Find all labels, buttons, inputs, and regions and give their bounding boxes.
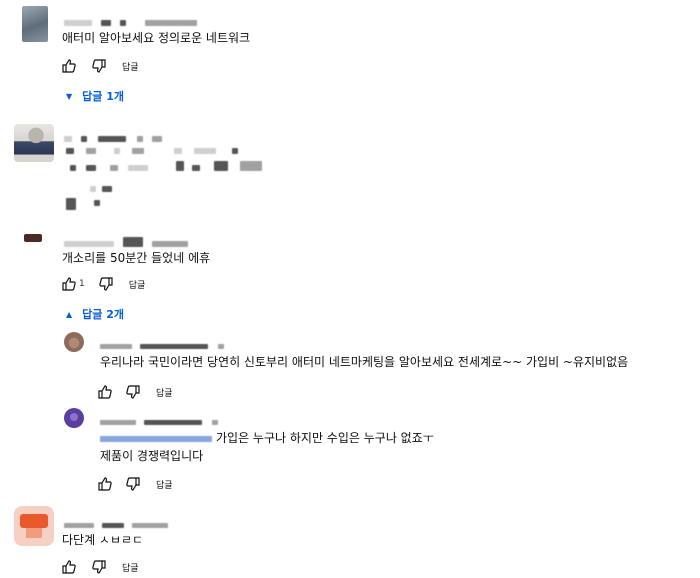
reply-text: 우리나라 국민이라면 당연히 신토부리 애터미 네트마케팅을 알아보세요 전세계… [100, 355, 629, 369]
comment-text-blurred [64, 148, 274, 218]
comment-4: 다단계 ㅅㅂㄹㄷ 답글 [0, 500, 700, 578]
comment-1: 애터미 알아보세요 정의로운 네트워크 답글 ▼ 답글 1개 [0, 0, 700, 110]
comment-text: 다단계 ㅅㅂㄹㄷ [62, 533, 144, 547]
avatar[interactable] [14, 124, 54, 162]
author-name-blurred[interactable] [100, 334, 225, 353]
author-name-blurred[interactable] [64, 513, 169, 532]
avatar[interactable] [24, 234, 42, 242]
comment-actions: 답글 [60, 559, 139, 575]
author-name-blurred[interactable] [100, 410, 219, 429]
comment-2 [0, 118, 700, 218]
thumbs-up-icon[interactable] [96, 384, 114, 400]
hide-replies-button[interactable]: ▲ 답글 2개 [66, 306, 124, 322]
comment-text: 개소리를 50분간 들었네 에휴 [62, 251, 211, 265]
comment-3: 개소리를 50분간 들었네 에휴 1 답글 ▲ 답글 2개 우리나라 국민이라면… [0, 224, 700, 494]
reply-button[interactable]: 답글 [156, 478, 173, 491]
comment-text: 애터미 알아보세요 정의로운 네트워크 [62, 31, 251, 45]
replies-toggle-label: 답글 2개 [82, 308, 124, 321]
thumbs-down-icon[interactable] [90, 58, 108, 74]
reply-2: 가입은 누구나 하지만 수입은 누구나 없죠ㅜ 제품이 경쟁력입니다 답글 [60, 404, 700, 494]
avatar[interactable] [64, 408, 84, 428]
thumbs-down-icon[interactable] [124, 476, 142, 492]
reply-text: 가입은 누구나 하지만 수입은 누구나 없죠ㅜ [100, 430, 434, 446]
reply-button[interactable]: 답글 [122, 60, 139, 73]
thumbs-up-icon[interactable] [60, 58, 78, 74]
mention-link-blurred[interactable] [100, 435, 212, 442]
replies-toggle-label: 답글 1개 [82, 90, 124, 103]
thumbs-down-icon[interactable] [97, 276, 115, 292]
thumbs-up-icon[interactable] [96, 476, 114, 492]
reply-text-line1: 가입은 누구나 하지만 수입은 누구나 없죠ㅜ [216, 431, 434, 445]
thumbs-down-icon[interactable] [90, 559, 108, 575]
author-name-blurred[interactable] [64, 127, 163, 146]
comment-actions: 답글 [60, 58, 139, 74]
chevron-up-icon: ▲ [66, 309, 73, 319]
reply-actions: 답글 [96, 476, 173, 492]
comment-actions: 1 답글 [60, 276, 145, 292]
avatar[interactable] [14, 506, 54, 546]
like-count: 1 [79, 279, 85, 289]
avatar[interactable] [22, 6, 48, 42]
reply-actions: 답글 [96, 384, 173, 400]
chevron-down-icon: ▼ [66, 91, 73, 101]
thumbs-down-icon[interactable] [124, 384, 142, 400]
thumbs-up-icon[interactable] [60, 559, 78, 575]
author-name-blurred[interactable] [64, 11, 198, 30]
reply-button[interactable]: 답글 [122, 561, 139, 574]
reply-button[interactable]: 답글 [129, 278, 146, 291]
reply-text-line2: 제품이 경쟁력입니다 [100, 449, 204, 463]
reply-1: 우리나라 국민이라면 당연히 신토부리 애터미 네트마케팅을 알아보세요 전세계… [60, 328, 700, 404]
thumbs-up-icon[interactable] [60, 276, 78, 292]
reply-button[interactable]: 답글 [156, 386, 173, 399]
avatar[interactable] [64, 332, 84, 352]
view-replies-button[interactable]: ▼ 답글 1개 [66, 88, 124, 104]
author-name-blurred[interactable] [64, 232, 189, 251]
